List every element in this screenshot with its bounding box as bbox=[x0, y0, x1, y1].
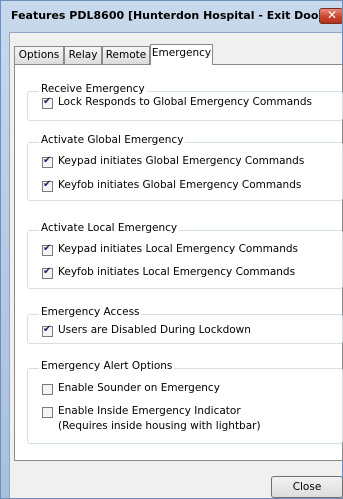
close-button[interactable]: Close bbox=[271, 476, 343, 498]
checkbox-label[interactable]: Enable Sounder on Emergency bbox=[58, 382, 220, 394]
group-legend: Activate Local Emergency bbox=[39, 222, 180, 234]
group-legend: Emergency Alert Options bbox=[39, 360, 175, 372]
checkbox-label[interactable]: Keyfob initiates Global Emergency Comman… bbox=[58, 179, 301, 191]
window-close-button[interactable]: ✕ bbox=[319, 8, 342, 24]
group-legend: Activate Global Emergency bbox=[39, 134, 186, 146]
enable-inside-indicator-checkbox[interactable] bbox=[42, 407, 53, 418]
checkbox-label[interactable]: Keypad initiates Local Emergency Command… bbox=[58, 243, 298, 255]
checkbox-label[interactable]: Keypad initiates Global Emergency Comman… bbox=[58, 155, 304, 167]
group-activate-global-emergency bbox=[27, 142, 343, 201]
keyfob-global-checkbox[interactable] bbox=[42, 179, 53, 192]
checkbox-label[interactable]: Lock Responds to Global Emergency Comman… bbox=[58, 96, 312, 108]
keyfob-local-checkbox[interactable] bbox=[42, 266, 53, 279]
group-legend: Receive Emergency bbox=[39, 83, 147, 95]
window-title: Features PDL8600 [Hunterdon Hospital - E… bbox=[11, 9, 329, 22]
group-legend: Emergency Access bbox=[39, 306, 142, 318]
enable-sounder-checkbox[interactable] bbox=[42, 384, 53, 395]
checkbox-label[interactable]: Keyfob initiates Local Emergency Command… bbox=[58, 266, 295, 278]
checkbox-note: (Requires inside housing with lightbar) bbox=[58, 420, 261, 432]
keypad-global-checkbox[interactable] bbox=[42, 155, 53, 168]
tab-options[interactable]: Options bbox=[14, 46, 64, 64]
keypad-local-checkbox[interactable] bbox=[42, 243, 53, 256]
title-bar: Features PDL8600 [Hunterdon Hospital - E… bbox=[1, 1, 342, 31]
tab-remote[interactable]: Remote bbox=[102, 46, 150, 64]
lock-responds-global-checkbox[interactable] bbox=[42, 96, 53, 109]
users-disabled-lockdown-checkbox[interactable] bbox=[42, 324, 53, 337]
group-activate-local-emergency bbox=[27, 230, 343, 289]
close-icon: ✕ bbox=[327, 8, 338, 22]
checkbox-label[interactable]: Enable Inside Emergency Indicator bbox=[58, 405, 241, 417]
tab-emergency[interactable]: Emergency bbox=[150, 44, 213, 65]
tab-relay[interactable]: Relay bbox=[64, 46, 102, 64]
checkbox-label[interactable]: Users are Disabled During Lockdown bbox=[58, 324, 251, 336]
